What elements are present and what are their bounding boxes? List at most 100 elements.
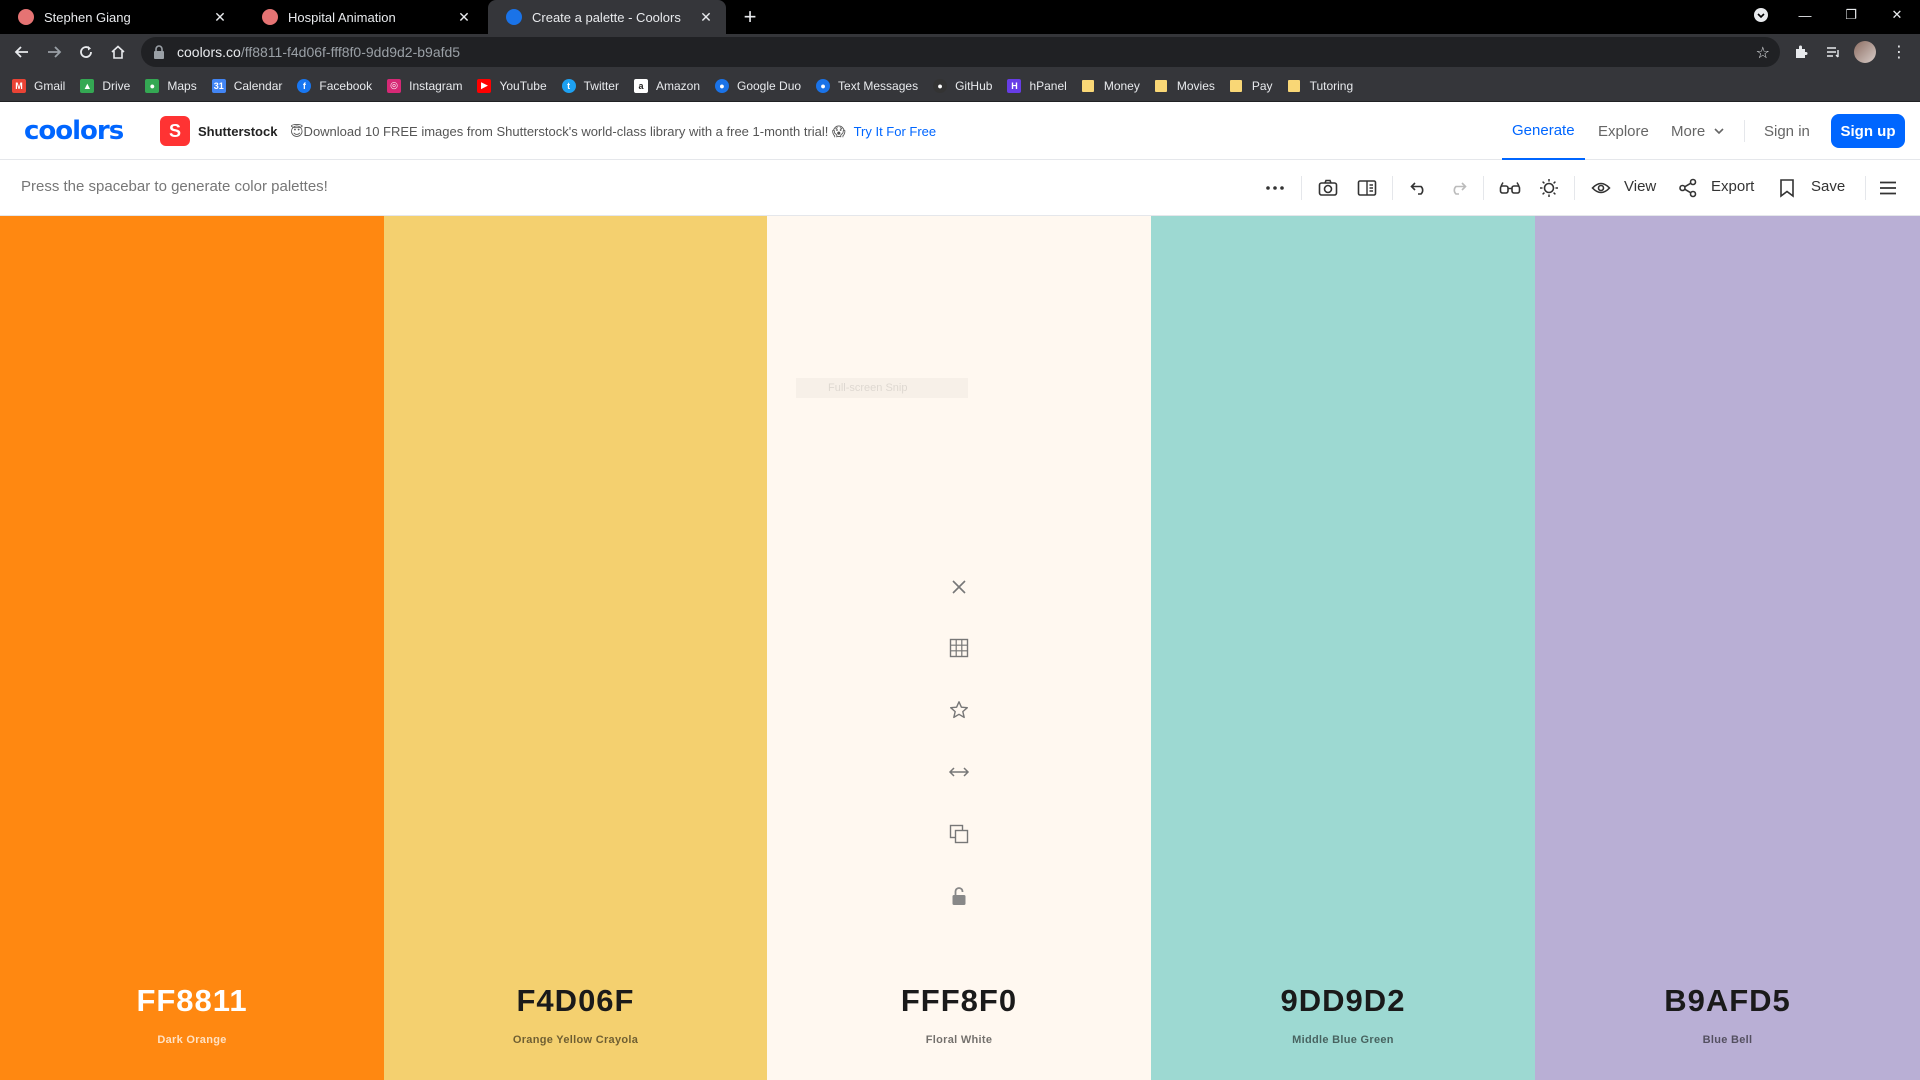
tab-title: Hospital Animation [288, 9, 396, 25]
sign-up-button[interactable]: Sign up [1831, 114, 1905, 148]
color-name[interactable]: Orange Yellow Crayola [384, 1034, 767, 1046]
browser-tab[interactable]: Hospital Animation ✕ [244, 0, 484, 34]
bookmark-folder-money[interactable]: Money [1081, 79, 1140, 93]
color-hex-code[interactable]: F4D06F [384, 983, 767, 1019]
nav-generate[interactable]: Generate [1502, 102, 1585, 160]
header-divider [1744, 120, 1745, 142]
copy-icon[interactable] [947, 822, 971, 846]
profile-menu-icon[interactable] [1738, 0, 1784, 30]
bookmark-save-icon[interactable] [1775, 176, 1799, 200]
bookmark-folder-movies[interactable]: Movies [1154, 79, 1215, 93]
bookmark-calendar[interactable]: 31 Calendar [211, 78, 282, 93]
folder-icon [1081, 79, 1094, 92]
hamburger-menu-icon[interactable] [1876, 176, 1900, 200]
color-swatch[interactable]: 9DD9D2 Middle Blue Green [1151, 216, 1535, 1080]
browser-tab-strip: Stephen Giang ✕ Hospital Animation ✕ Cre… [0, 0, 1920, 34]
browser-tab-active[interactable]: Create a palette - Coolors ✕ [488, 0, 726, 34]
profile-avatar[interactable] [1854, 41, 1876, 63]
close-icon[interactable] [947, 575, 971, 599]
adjust-brightness-icon[interactable] [1537, 176, 1561, 200]
gmail-icon: M [12, 78, 26, 93]
color-swatch-hovered[interactable]: Full-screen Snip FFF8F0 Floral White [767, 216, 1151, 1080]
bookmark-star-icon[interactable]: ☆ [1756, 43, 1770, 63]
redo-icon[interactable] [1446, 176, 1470, 200]
color-swatch[interactable]: B9AFD5 Blue Bell [1535, 216, 1920, 1080]
color-swatch[interactable]: FF8811 Dark Orange [0, 216, 384, 1080]
extensions-icon[interactable] [1790, 41, 1812, 63]
tab-favicon-icon [18, 9, 34, 25]
bookmark-gmail[interactable]: M Gmail [12, 78, 65, 93]
save-button[interactable]: Save [1811, 178, 1845, 195]
bookmark-google-duo[interactable]: ● Google Duo [715, 78, 801, 93]
bookmark-folder-pay[interactable]: Pay [1229, 79, 1273, 93]
bookmark-maps[interactable]: ● Maps [145, 78, 197, 93]
browser-tab[interactable]: Stephen Giang ✕ [0, 0, 240, 34]
twitter-icon: t [561, 78, 576, 93]
undo-icon[interactable] [1407, 176, 1431, 200]
color-swatch[interactable]: F4D06F Orange Yellow Crayola [384, 216, 767, 1080]
color-name[interactable]: Dark Orange [0, 1034, 384, 1046]
promo-cta-link[interactable]: Try It For Free [854, 124, 937, 139]
toolbar-divider [1483, 176, 1484, 200]
sign-in-link[interactable]: Sign in [1764, 102, 1810, 160]
minimize-icon[interactable]: — [1782, 0, 1828, 30]
home-icon[interactable] [104, 38, 132, 66]
toolbar-divider [1865, 176, 1866, 200]
shades-grid-icon[interactable] [947, 636, 971, 660]
drag-arrows-icon[interactable] [947, 760, 971, 784]
lock-icon[interactable] [947, 884, 971, 908]
tab-favicon-icon [262, 9, 278, 25]
bookmark-amazon[interactable]: a Amazon [633, 78, 700, 93]
export-button[interactable]: Export [1711, 178, 1754, 195]
color-hex-code[interactable]: FF8811 [0, 983, 384, 1019]
tab-title: Create a palette - Coolors [532, 9, 681, 25]
color-name[interactable]: Blue Bell [1535, 1034, 1920, 1046]
share-icon[interactable] [1676, 176, 1700, 200]
nav-explore[interactable]: Explore [1598, 102, 1649, 160]
calendar-icon: 31 [211, 78, 226, 93]
bookmark-drive[interactable]: ▲ Drive [80, 78, 130, 93]
side-panel-icon[interactable] [1355, 176, 1379, 200]
bookmark-facebook[interactable]: f Facebook [297, 78, 372, 93]
close-tab-icon[interactable]: ✕ [698, 9, 714, 25]
url-text: coolors.co/ff8811-f4d06f-fff8f0-9dd9d2-b… [177, 44, 461, 60]
bookmark-folder-tutoring[interactable]: Tutoring [1287, 79, 1353, 93]
toolbar-divider [1574, 176, 1575, 200]
restore-icon[interactable]: ❐ [1828, 0, 1874, 30]
back-icon[interactable] [8, 38, 36, 66]
bookmark-text-messages[interactable]: ● Text Messages [816, 78, 918, 93]
color-hex-code[interactable]: FFF8F0 [767, 983, 1151, 1019]
folder-icon [1229, 79, 1242, 92]
camera-icon[interactable] [1316, 176, 1340, 200]
chrome-menu-icon[interactable]: ⋮ [1888, 41, 1910, 63]
color-hex-code[interactable]: B9AFD5 [1535, 983, 1920, 1019]
lock-icon [154, 45, 164, 59]
bookmark-instagram[interactable]: ◎ Instagram [387, 78, 462, 93]
bookmark-github[interactable]: ● GitHub [933, 78, 992, 93]
reading-list-icon[interactable] [1822, 41, 1844, 63]
more-options-icon[interactable] [1263, 176, 1287, 200]
bookmark-twitter[interactable]: t Twitter [561, 78, 619, 93]
nav-more[interactable]: More [1671, 102, 1725, 160]
coolors-page: coolors S Shutterstock 😇Download 10 FREE… [0, 102, 1920, 1080]
color-hex-code[interactable]: 9DD9D2 [1151, 983, 1535, 1019]
color-name[interactable]: Floral White [767, 1034, 1151, 1046]
coolors-logo[interactable]: coolors [24, 116, 124, 146]
sponsor-name: Shutterstock [198, 124, 278, 139]
color-blindness-glasses-icon[interactable] [1498, 176, 1522, 200]
bookmark-youtube[interactable]: ▶ YouTube [477, 78, 547, 93]
close-window-icon[interactable]: ✕ [1874, 0, 1920, 30]
reload-icon[interactable] [72, 38, 100, 66]
view-button[interactable]: View [1624, 178, 1656, 195]
address-bar[interactable]: coolors.co/ff8811-f4d06f-fff8f0-9dd9d2-b… [141, 37, 1780, 67]
color-name[interactable]: Middle Blue Green [1151, 1034, 1535, 1046]
favorite-star-icon[interactable] [947, 698, 971, 722]
bookmark-hpanel[interactable]: HhPanel [1007, 78, 1067, 93]
new-tab-button[interactable]: + [738, 4, 762, 29]
spacebar-hint: Press the spacebar to generate color pal… [21, 178, 328, 195]
close-tab-icon[interactable]: ✕ [456, 9, 472, 25]
close-tab-icon[interactable]: ✕ [212, 9, 228, 25]
forward-icon[interactable] [40, 38, 68, 66]
shutterstock-logo-icon[interactable]: S [160, 116, 190, 146]
eye-icon[interactable] [1589, 176, 1613, 200]
